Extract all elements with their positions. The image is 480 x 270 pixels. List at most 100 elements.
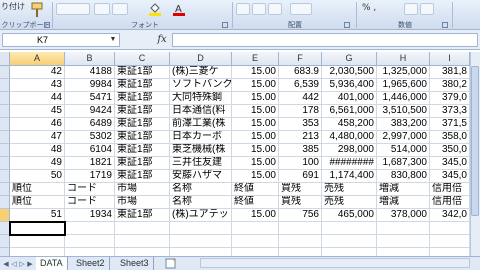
merge-cells-button[interactable] bbox=[290, 3, 312, 15]
table-cell[interactable]: 45 bbox=[10, 105, 65, 118]
table-cell[interactable]: 51 bbox=[10, 209, 65, 222]
table-cell[interactable]: 378,000 bbox=[377, 209, 430, 222]
horizontal-scrollbar[interactable] bbox=[200, 258, 470, 268]
table-cell[interactable]: 15.00 bbox=[232, 209, 279, 222]
row-header[interactable] bbox=[0, 92, 10, 105]
table-cell[interactable]: 401,000 bbox=[322, 92, 377, 105]
first-sheet-icon[interactable]: ◀ bbox=[2, 259, 10, 269]
table-cell[interactable]: 442 bbox=[279, 92, 322, 105]
table-cell[interactable]: 1,446,000 bbox=[377, 92, 430, 105]
table-cell[interactable]: 1,174,400 bbox=[322, 170, 377, 183]
table-cell[interactable]: 6104 bbox=[65, 144, 115, 157]
column-header-d[interactable]: D bbox=[170, 52, 232, 66]
table-cell[interactable]: 信用倍 bbox=[430, 183, 470, 196]
table-cell[interactable]: コード bbox=[65, 183, 115, 196]
row-header[interactable] bbox=[0, 183, 10, 196]
table-cell[interactable]: 383,200 bbox=[377, 118, 430, 131]
row-header[interactable] bbox=[0, 131, 10, 144]
table-cell[interactable]: 358,0 bbox=[430, 131, 470, 144]
table-cell[interactable]: 345,0 bbox=[430, 170, 470, 183]
number-format-label[interactable]: % , bbox=[362, 3, 376, 13]
table-cell[interactable] bbox=[65, 235, 115, 248]
table-cell[interactable]: 大同特殊鋼 bbox=[170, 92, 232, 105]
table-cell[interactable]: 日本通信(料 bbox=[170, 105, 232, 118]
table-cell[interactable]: 47 bbox=[10, 131, 65, 144]
table-cell[interactable]: 3,510,500 bbox=[377, 105, 430, 118]
table-cell[interactable]: 東証1部 bbox=[115, 118, 170, 131]
table-cell[interactable] bbox=[430, 222, 470, 235]
column-header-h[interactable]: H bbox=[377, 52, 430, 66]
table-cell[interactable]: 売残 bbox=[322, 196, 377, 209]
row-header[interactable] bbox=[0, 118, 10, 131]
table-cell[interactable]: 東証1部 bbox=[115, 105, 170, 118]
table-cell[interactable] bbox=[430, 235, 470, 248]
select-all-corner[interactable] bbox=[0, 52, 10, 66]
row-header[interactable] bbox=[0, 144, 10, 157]
table-cell[interactable]: 5,936,400 bbox=[322, 79, 377, 92]
table-cell[interactable]: 東芝機械(株 bbox=[170, 144, 232, 157]
table-cell[interactable]: (株)ユアテッ bbox=[170, 209, 232, 222]
table-cell[interactable]: 9984 bbox=[65, 79, 115, 92]
tab-sheet2[interactable]: Sheet2 bbox=[72, 257, 110, 270]
align-left-button[interactable] bbox=[236, 3, 250, 15]
border-button[interactable] bbox=[112, 3, 128, 15]
increase-decimal-button[interactable] bbox=[404, 3, 418, 15]
clipboard-launcher-icon[interactable] bbox=[44, 22, 50, 28]
tab-data[interactable]: DATA bbox=[36, 257, 68, 270]
table-cell[interactable]: 売残 bbox=[322, 183, 377, 196]
table-cell[interactable]: 1821 bbox=[65, 157, 115, 170]
tab-sheet3[interactable]: Sheet3 bbox=[116, 257, 154, 270]
table-cell[interactable]: 385 bbox=[279, 144, 322, 157]
table-cell[interactable]: コード bbox=[65, 196, 115, 209]
table-cell[interactable]: 順位 bbox=[10, 196, 65, 209]
table-cell[interactable]: 名称 bbox=[170, 196, 232, 209]
table-cell[interactable] bbox=[377, 235, 430, 248]
table-cell[interactable]: 49 bbox=[10, 157, 65, 170]
table-cell[interactable]: 48 bbox=[10, 144, 65, 157]
table-cell[interactable]: 15.00 bbox=[232, 144, 279, 157]
table-cell[interactable]: 1,325,000 bbox=[377, 66, 430, 79]
table-cell[interactable]: 514,000 bbox=[377, 144, 430, 157]
table-cell[interactable] bbox=[377, 222, 430, 235]
insert-sheet-icon[interactable] bbox=[164, 258, 178, 269]
table-cell[interactable]: 4,480,000 bbox=[322, 131, 377, 144]
table-cell[interactable]: 4188 bbox=[65, 66, 115, 79]
table-cell[interactable]: 380,2 bbox=[430, 79, 470, 92]
table-cell[interactable]: 15.00 bbox=[232, 105, 279, 118]
table-cell[interactable]: 市場 bbox=[115, 196, 170, 209]
row-header[interactable] bbox=[0, 196, 10, 209]
table-cell[interactable]: 買残 bbox=[279, 196, 322, 209]
row-header[interactable] bbox=[0, 222, 10, 235]
table-cell[interactable]: 終値 bbox=[232, 183, 279, 196]
table-cell[interactable]: 2,997,000 bbox=[377, 131, 430, 144]
table-cell[interactable]: 安藤ハザマ bbox=[170, 170, 232, 183]
align-center-button[interactable] bbox=[252, 3, 266, 15]
table-cell[interactable] bbox=[115, 235, 170, 248]
column-header-c[interactable]: C bbox=[115, 52, 170, 66]
table-cell[interactable]: 東証1部 bbox=[115, 131, 170, 144]
fill-color-icon[interactable] bbox=[148, 2, 162, 16]
table-cell[interactable]: 15.00 bbox=[232, 66, 279, 79]
table-cell[interactable]: 2,030,500 bbox=[322, 66, 377, 79]
table-cell[interactable]: 前澤工業(株 bbox=[170, 118, 232, 131]
table-cell[interactable] bbox=[279, 222, 322, 235]
column-header-g[interactable]: G bbox=[322, 52, 377, 66]
table-cell[interactable]: 三井住友建 bbox=[170, 157, 232, 170]
table-cell[interactable]: 15.00 bbox=[232, 118, 279, 131]
format-painter-icon[interactable] bbox=[30, 2, 44, 18]
table-cell[interactable] bbox=[279, 235, 322, 248]
table-cell[interactable] bbox=[115, 222, 170, 235]
number-launcher-icon[interactable] bbox=[442, 22, 448, 28]
table-cell[interactable] bbox=[65, 222, 115, 235]
table-cell[interactable]: 東証1部 bbox=[115, 144, 170, 157]
table-cell[interactable] bbox=[232, 222, 279, 235]
table-cell[interactable]: 終値 bbox=[232, 196, 279, 209]
table-cell[interactable]: 1719 bbox=[65, 170, 115, 183]
prev-sheet-icon[interactable]: ◁ bbox=[10, 259, 18, 269]
active-cell[interactable] bbox=[9, 221, 66, 236]
table-cell[interactable]: ######## bbox=[322, 157, 377, 170]
table-cell[interactable]: 東証1部 bbox=[115, 170, 170, 183]
chevron-down-icon[interactable]: ▼ bbox=[108, 35, 118, 45]
row-header[interactable] bbox=[0, 235, 10, 248]
table-cell[interactable] bbox=[10, 235, 65, 248]
